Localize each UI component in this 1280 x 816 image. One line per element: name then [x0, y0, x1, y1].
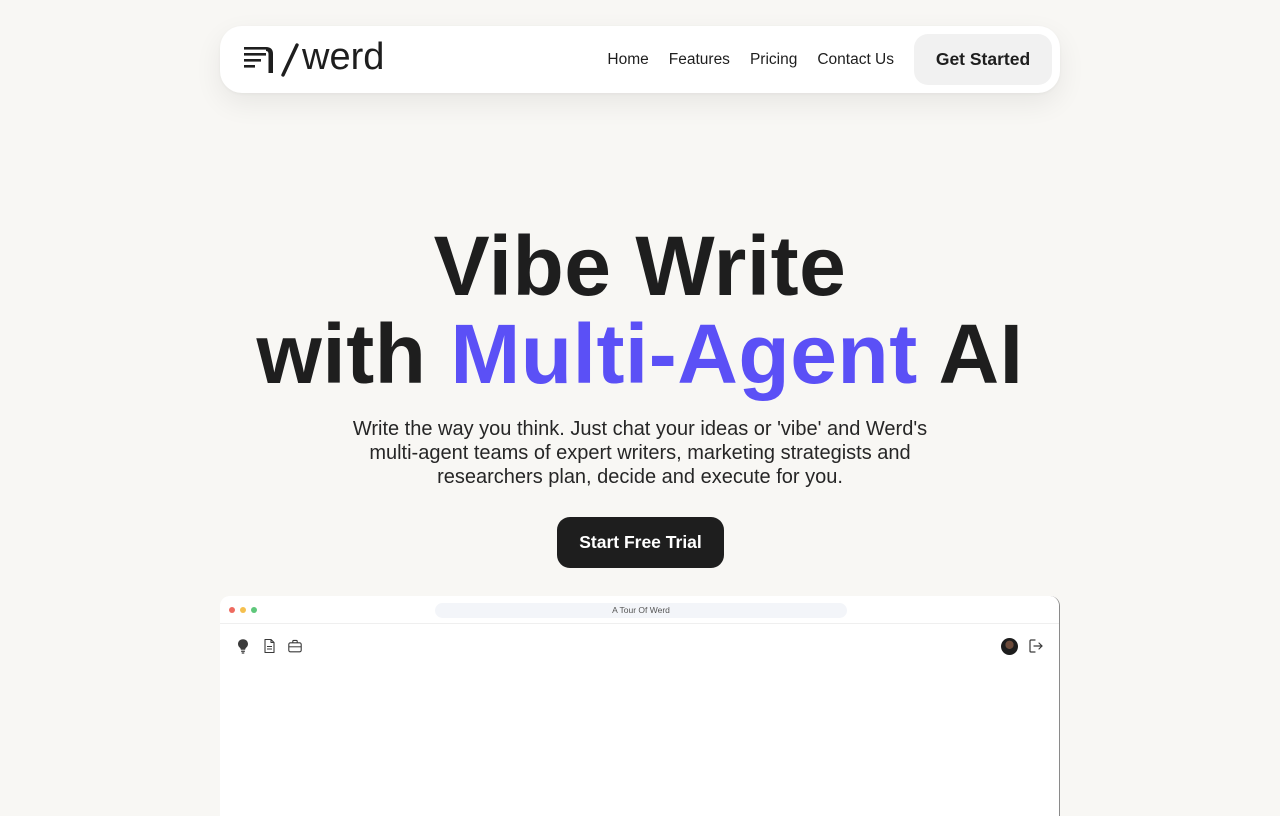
hero-title-line-2: with Multi-Agent AI	[0, 310, 1280, 398]
nav-link-home[interactable]: Home	[607, 51, 648, 69]
app-preview-window: A Tour Of Werd	[220, 596, 1060, 816]
preview-address-bar: A Tour Of Werd	[435, 603, 847, 618]
hero-title-prefix: with	[256, 307, 451, 401]
nav-link-features[interactable]: Features	[669, 51, 730, 69]
logo-slash-icon	[281, 43, 299, 77]
get-started-button[interactable]: Get Started	[914, 34, 1052, 85]
logo-mark-icon	[244, 47, 273, 73]
preview-title-bar: A Tour Of Werd	[220, 596, 1059, 624]
navbar: werd Home Features Pricing Contact Us Ge…	[220, 26, 1060, 93]
document-icon[interactable]	[261, 638, 277, 654]
hero-subtitle: Write the way you think. Just chat your …	[340, 417, 940, 489]
hero-subtitle-line: Write the way you think. Just chat your …	[352, 418, 928, 440]
werd-logo[interactable]: werd	[244, 36, 385, 78]
hero-title-accent: Multi-Agent	[450, 307, 918, 401]
briefcase-icon[interactable]	[287, 638, 303, 654]
nav-link-pricing[interactable]: Pricing	[750, 51, 797, 69]
window-close-dot	[229, 607, 235, 613]
logout-icon[interactable]	[1028, 638, 1044, 654]
window-minimize-dot	[240, 607, 246, 613]
logo-text: werd	[302, 36, 385, 78]
avatar[interactable]	[1001, 638, 1018, 655]
hero-title-line-1: Vibe Write	[433, 219, 847, 313]
lightbulb-icon[interactable]	[235, 638, 251, 654]
hero-subtitle-line: researchers plan, decide and execute for…	[437, 466, 843, 488]
nav-link-contact-us[interactable]: Contact Us	[817, 51, 894, 69]
hero-subtitle-line: multi-agent teams of expert writers, mar…	[369, 442, 911, 464]
hero-title-suffix: AI	[917, 307, 1024, 401]
nav-links: Home Features Pricing Contact Us	[607, 26, 894, 93]
window-maximize-dot	[251, 607, 257, 613]
start-free-trial-button[interactable]: Start Free Trial	[557, 517, 724, 568]
